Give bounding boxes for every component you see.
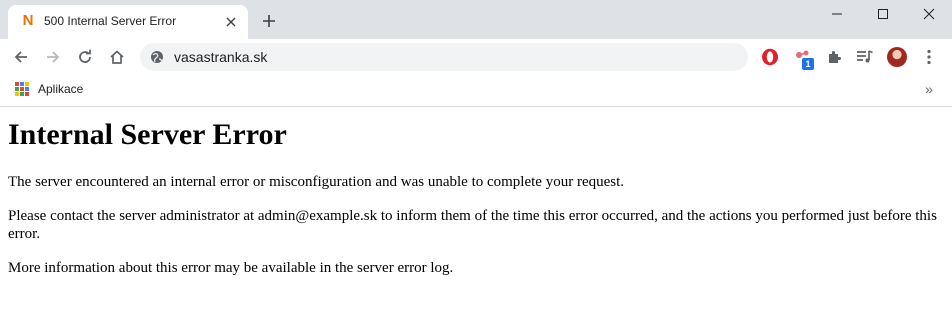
site-info-icon[interactable]	[150, 50, 164, 64]
error-paragraph: The server encountered an internal error…	[8, 174, 625, 190]
browser-tab[interactable]: N 500 Internal Server Error	[8, 5, 248, 39]
address-text: vasastranka.sk	[174, 49, 268, 65]
minimize-icon[interactable]	[814, 0, 860, 28]
media-queue-icon[interactable]	[852, 44, 878, 70]
maximize-icon[interactable]	[860, 0, 906, 28]
tab-close-icon[interactable]	[222, 13, 240, 31]
bookmarks-bar: Aplikace »	[0, 75, 952, 107]
log-paragraph: More information about this error may be…	[8, 260, 454, 276]
page-content: Internal Server Error The server encount…	[8, 108, 944, 293]
apps-grid-icon[interactable]	[15, 82, 29, 96]
opera-icon[interactable]	[757, 44, 783, 70]
tab-title: 500 Internal Server Error	[44, 14, 177, 28]
browser-toolbar: vasastranka.sk 1	[0, 39, 952, 75]
puzzle-icon[interactable]	[821, 44, 847, 70]
new-tab-button[interactable]	[259, 11, 279, 31]
close-window-icon[interactable]	[906, 0, 952, 28]
extension-share-icon[interactable]: 1	[790, 44, 816, 70]
forward-icon[interactable]	[40, 44, 66, 70]
kebab-menu-icon[interactable]	[916, 44, 942, 70]
site-favicon-icon: N	[22, 12, 34, 29]
apps-bookmark-label[interactable]: Aplikace	[38, 82, 83, 96]
address-bar[interactable]: vasastranka.sk	[140, 43, 748, 71]
extension-badge: 1	[802, 58, 814, 70]
tab-strip: N 500 Internal Server Error	[0, 0, 952, 39]
page-heading: Internal Server Error	[8, 118, 287, 151]
bookmarks-overflow-icon[interactable]: »	[920, 80, 938, 98]
reload-icon[interactable]	[72, 44, 98, 70]
home-icon[interactable]	[104, 44, 130, 70]
back-icon[interactable]	[8, 44, 34, 70]
profile-avatar[interactable]	[884, 44, 910, 70]
contact-paragraph: Please contact the server administrator …	[8, 208, 937, 242]
